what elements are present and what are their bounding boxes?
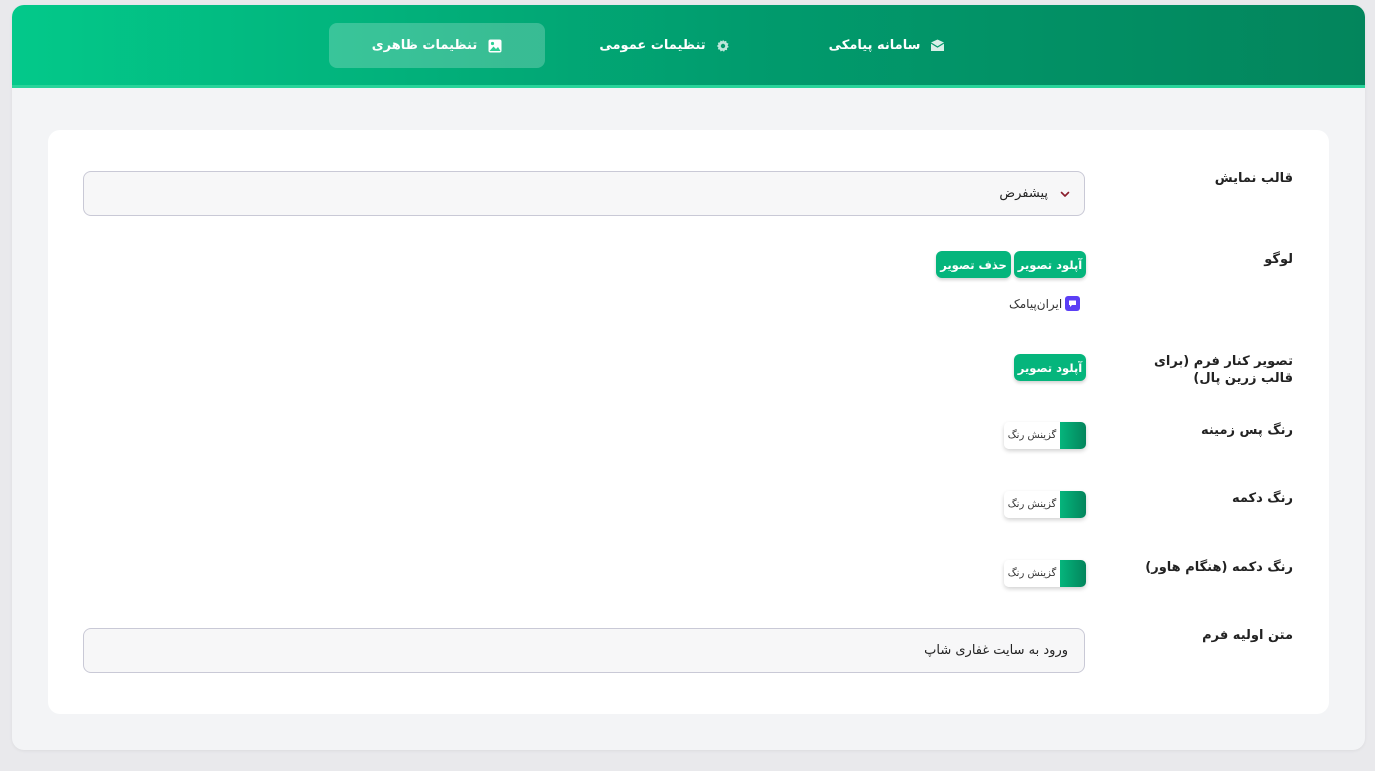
logo-upload-button[interactable]: آپلود تصویر (1014, 251, 1086, 278)
color-picker-label: گزینش رنگ (1004, 560, 1060, 587)
template-select-value: پیشفرض (999, 186, 1048, 201)
button-color-picker[interactable]: گزینش رنگ (1004, 491, 1086, 518)
bg-color-label: رنگ پس زمینه (1200, 423, 1293, 438)
button-hover-color-picker[interactable]: گزینش رنگ (1004, 560, 1086, 587)
color-swatch (1060, 491, 1086, 518)
logo-delete-button[interactable]: حذف تصویر (936, 251, 1011, 278)
tab-appearance-settings[interactable]: تنظیمات ظاهری (329, 23, 545, 68)
color-picker-label: گزینش رنگ (1004, 422, 1060, 449)
template-label: قالب نمایش (1214, 171, 1293, 186)
logo-label: لوگو (1264, 252, 1293, 267)
color-swatch (1060, 560, 1086, 587)
bg-color-picker[interactable]: گزینش رنگ (1004, 422, 1086, 449)
side-image-upload-button[interactable]: آپلود تصویر (1014, 354, 1086, 381)
button-hover-color-label: رنگ دکمه (هنگام هاور) (1145, 560, 1293, 575)
color-picker-label: گزینش رنگ (1004, 491, 1060, 518)
color-swatch (1060, 422, 1086, 449)
side-image-label: تصویر کنار فرم (برای قالب زرین پال) (1153, 354, 1293, 386)
envelope-icon (930, 38, 945, 53)
tab-bar: تنظیمات ظاهری تنظیمات عمومی سامانه پیامک… (12, 5, 1365, 88)
button-color-label: رنگ دکمه (1231, 491, 1293, 506)
template-select[interactable]: پیشفرض (83, 171, 1085, 216)
initial-text-label: متن اولیه فرم (1202, 628, 1293, 643)
chevron-down-icon (1058, 187, 1072, 201)
tab-label: تنظیمات عمومی (599, 38, 706, 53)
settings-form-card: قالب نمایش پیشفرض لوگو آپلود تصویر حذف ت… (48, 130, 1329, 714)
gear-icon (716, 38, 731, 53)
tab-sms-system[interactable]: سامانه پیامکی (822, 23, 952, 68)
image-icon (487, 38, 502, 53)
initial-text-input[interactable] (83, 628, 1085, 673)
tab-general-settings[interactable]: تنظیمات عمومی (590, 23, 740, 68)
logo-mark-icon (1065, 296, 1081, 311)
logo-preview: ایران‌پیامک (1009, 296, 1081, 311)
logo-preview-text: ایران‌پیامک (1009, 296, 1063, 311)
tab-label: سامانه پیامکی (828, 38, 921, 53)
settings-panel: تنظیمات ظاهری تنظیمات عمومی سامانه پیامک… (12, 5, 1365, 750)
tab-label: تنظیمات ظاهری (371, 38, 478, 53)
